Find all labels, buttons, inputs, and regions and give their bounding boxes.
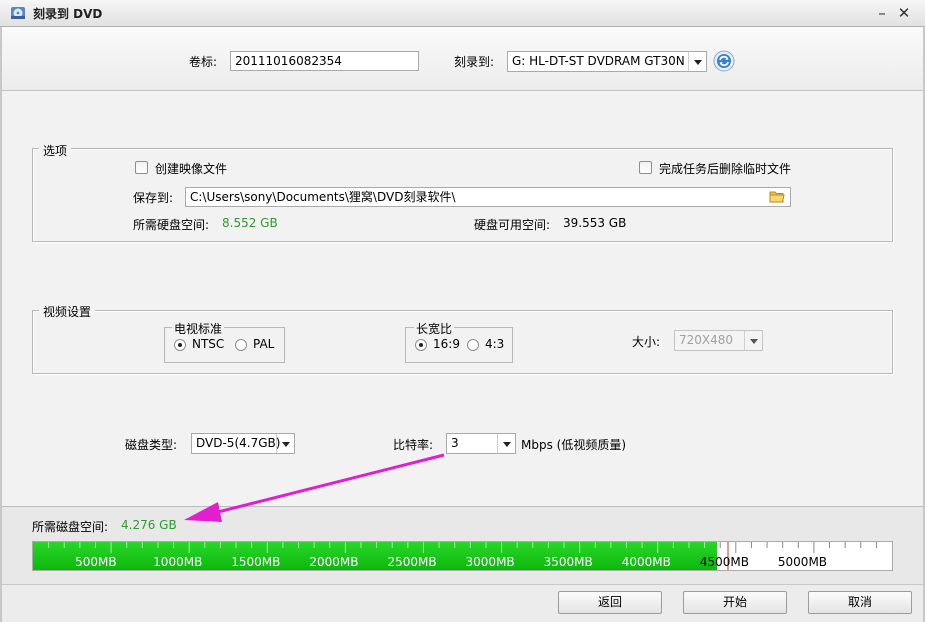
pal-radio[interactable]	[235, 339, 247, 351]
burn-to-label: 刻录到:	[454, 55, 495, 69]
title-bar[interactable]: 刻录到 DVD – ✕	[0, 0, 925, 27]
options-group-title: 选项	[39, 142, 72, 159]
folder-icon[interactable]	[769, 190, 785, 204]
volume-label: 卷标:	[189, 55, 218, 69]
delete-temp-checkbox[interactable]	[639, 161, 652, 174]
refresh-icon[interactable]	[713, 50, 735, 72]
bitrate-select-value: 3	[451, 436, 459, 450]
usage-tick-label: 1000MB	[153, 555, 203, 569]
create-image-label: 创建映像文件	[155, 162, 228, 176]
close-button[interactable]: ✕	[894, 3, 914, 23]
bitrate-unit: Mbps (低视频质量)	[521, 438, 627, 452]
annotation-arrow	[184, 453, 445, 522]
chevron-down-icon	[688, 52, 706, 71]
aspect-16-9-label: 16:9	[433, 337, 460, 351]
usage-tick-label: 3500MB	[543, 555, 593, 569]
bitrate-label: 比特率:	[393, 438, 434, 452]
tv-standard-title: 电视标准	[172, 320, 225, 337]
back-button[interactable]: 返回	[558, 591, 662, 614]
create-image-checkbox[interactable]	[135, 161, 148, 174]
required-disc-value: 4.276 GB	[121, 518, 177, 532]
chevron-down-icon	[744, 331, 762, 350]
required-hdd-value: 8.552 GB	[222, 216, 278, 230]
size-label: 大小:	[632, 335, 661, 349]
window-title: 刻录到 DVD	[33, 7, 103, 21]
save-to-label: 保存到:	[133, 191, 174, 205]
aspect-4-3-label: 4:3	[485, 337, 505, 351]
delete-temp-label: 完成任务后删除临时文件	[659, 162, 792, 176]
chevron-down-icon	[497, 434, 515, 453]
drive-select-value: G: HL-DT-ST DVDRAM GT30N	[512, 54, 685, 68]
size-select[interactable]: 720X480	[674, 330, 763, 351]
ntsc-label: NTSC	[192, 337, 225, 351]
usage-tick-label: 3000MB	[465, 555, 515, 569]
required-hdd-label: 所需硬盘空间:	[133, 218, 210, 232]
pal-label: PAL	[253, 337, 275, 351]
aspect-ratio-title: 长宽比	[414, 320, 455, 337]
cancel-button[interactable]: 取消	[808, 591, 912, 614]
bitrate-select[interactable]: 3	[446, 433, 516, 454]
disc-usage-bar: 500MB 1000MB 1500MB 2000MB 2500MB 3000MB 3500M…	[32, 541, 893, 571]
usage-tick-label: 1500MB	[231, 555, 281, 569]
required-disc-label: 所需磁盘空间:	[32, 520, 109, 534]
available-hdd-value: 39.553 GB	[563, 216, 627, 230]
disc-type-select[interactable]: DVD-5(4.7GB)	[191, 433, 295, 454]
drive-select[interactable]: G: HL-DT-ST DVDRAM GT30N	[507, 51, 707, 72]
disc-type-label: 磁盘类型:	[125, 438, 178, 452]
save-path-input[interactable]: C:\Users\sony\Documents\狸窝\DVD刻录软件\	[185, 187, 791, 207]
volume-input[interactable]: 20111016082354	[230, 51, 419, 71]
aspect-4-3-radio[interactable]	[467, 339, 479, 351]
ntsc-radio[interactable]	[174, 339, 186, 351]
disc-type-select-value: DVD-5(4.7GB)	[196, 436, 281, 450]
video-settings-title: 视频设置	[39, 303, 96, 320]
usage-tick-label: 500MB	[75, 555, 117, 569]
chevron-down-icon	[276, 434, 294, 453]
aspect-16-9-radio[interactable]	[415, 339, 427, 351]
start-button[interactable]: 开始	[683, 591, 787, 614]
minimize-button[interactable]: –	[872, 3, 892, 23]
dvd-burner-icon	[11, 7, 25, 19]
usage-tick-label: 2000MB	[309, 555, 359, 569]
usage-tick-label: 5000MB	[777, 555, 828, 569]
available-hdd-label: 硬盘可用空间:	[474, 218, 551, 232]
usage-tick-label: 2500MB	[387, 555, 437, 569]
usage-tick-label: 4500MB	[699, 555, 749, 569]
usage-tick-label: 4000MB	[621, 555, 671, 569]
size-select-value: 720X480	[679, 333, 734, 347]
